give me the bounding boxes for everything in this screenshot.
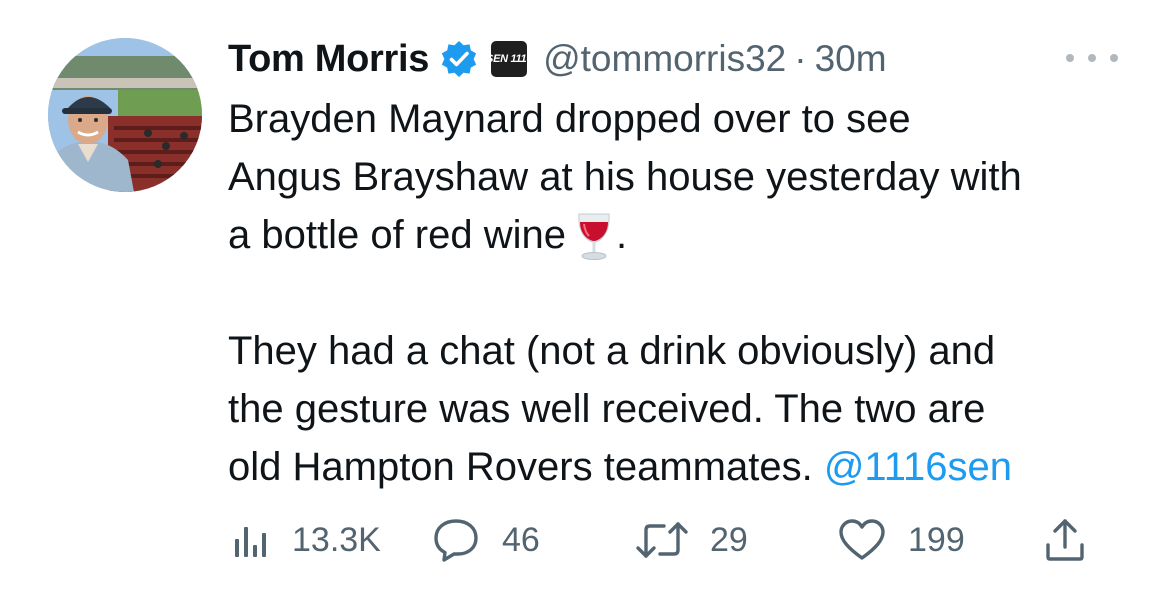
tweet-header: Tom Morris SEN 1116 @tommorris32 · 30m bbox=[228, 34, 887, 84]
like-button[interactable]: 199 bbox=[838, 515, 965, 565]
more-options-icon[interactable] bbox=[1066, 50, 1118, 66]
tweet-line-text: a bottle of red wine bbox=[228, 213, 566, 257]
like-icon bbox=[839, 519, 885, 560]
tweet-line: old Hampton Rovers teammates. @1116sen bbox=[228, 438, 1138, 496]
share-icon bbox=[1046, 519, 1084, 561]
verified-badge-icon[interactable] bbox=[439, 39, 479, 79]
share-button[interactable] bbox=[1044, 515, 1086, 565]
reply-icon bbox=[434, 519, 478, 562]
avatar[interactable] bbox=[48, 38, 202, 192]
wine-glass-emoji bbox=[576, 210, 612, 262]
tweet-line: Angus Brayshaw at his house yesterday wi… bbox=[228, 155, 1022, 199]
tweet-line: the gesture was well received. The two a… bbox=[228, 387, 986, 431]
separator-dot: · bbox=[794, 38, 807, 79]
author-name[interactable]: Tom Morris bbox=[228, 38, 429, 81]
affiliation-badge[interactable]: SEN 1116 bbox=[486, 41, 532, 77]
views-count: 13.3K bbox=[292, 520, 381, 559]
mention-link[interactable]: @1116sen bbox=[824, 445, 1012, 489]
views-button[interactable]: 13.3K bbox=[232, 515, 381, 565]
paragraph-break bbox=[228, 264, 1138, 322]
tweet-line: They had a chat (not a drink obviously) … bbox=[228, 329, 996, 373]
tweet-actions: 13.3K 46 29 199 bbox=[228, 515, 1108, 565]
reply-button[interactable]: 46 bbox=[432, 515, 540, 565]
tweet-line: Brayden Maynard dropped over to see bbox=[228, 97, 911, 141]
timestamp[interactable]: 30m bbox=[815, 38, 887, 80]
tweet[interactable]: Tom Morris SEN 1116 @tommorris32 · 30m B… bbox=[0, 0, 1170, 597]
retweet-button[interactable]: 29 bbox=[634, 515, 748, 565]
avatar-photo bbox=[48, 38, 202, 192]
tweet-line: a bottle of red wine . bbox=[228, 206, 1138, 264]
like-count: 199 bbox=[908, 520, 965, 559]
views-icon bbox=[235, 527, 266, 557]
retweet-icon bbox=[636, 522, 688, 558]
tweet-line-end: . bbox=[616, 213, 628, 257]
tweet-text: Brayden Maynard dropped over to see Angu… bbox=[228, 90, 1138, 496]
retweet-count: 29 bbox=[710, 520, 748, 559]
reply-count: 46 bbox=[502, 520, 540, 559]
tweet-line-text: old Hampton Rovers teammates. bbox=[228, 445, 813, 489]
affiliation-badge-label: SEN 1116 bbox=[486, 53, 533, 65]
author-handle[interactable]: @tommorris32 bbox=[543, 38, 786, 80]
